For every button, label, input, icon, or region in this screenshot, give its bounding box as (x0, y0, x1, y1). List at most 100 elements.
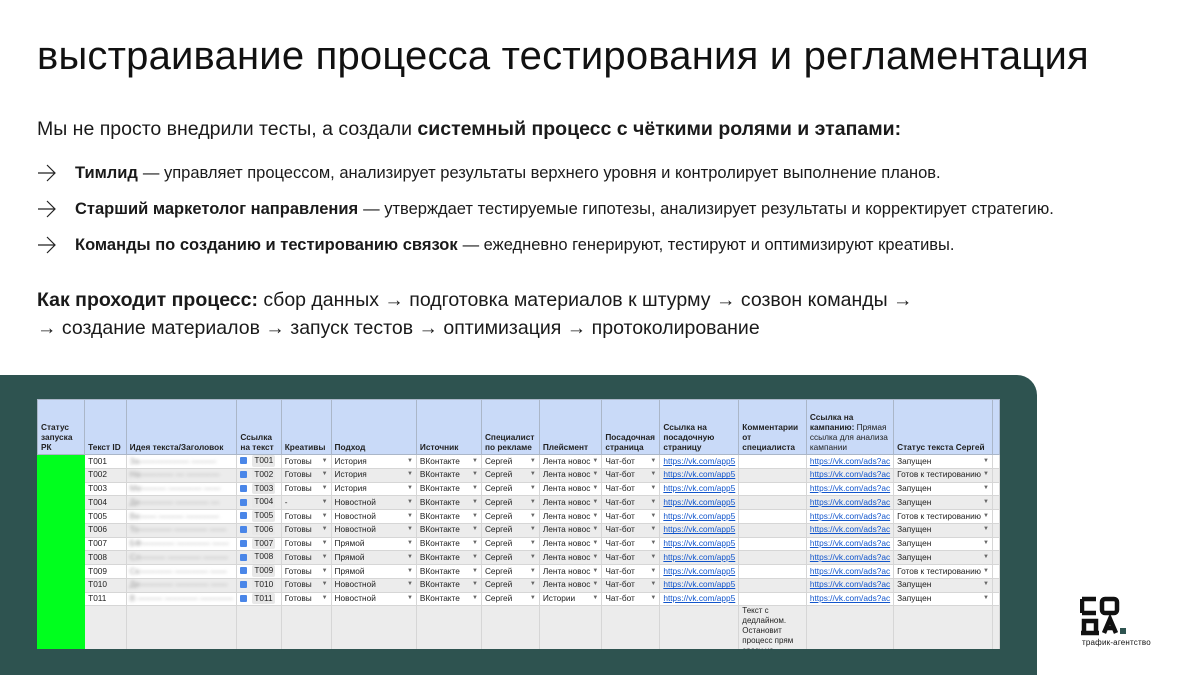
placement-dropdown[interactable]: Лента новос▼ (538, 522, 603, 538)
campaign-link[interactable]: https://vk.com/ads?ac (810, 497, 890, 507)
comment-cell[interactable] (738, 467, 807, 483)
launch-status-cell[interactable] (37, 536, 86, 552)
source-dropdown[interactable]: ВКонтакте▼ (415, 550, 482, 565)
campaign-link-cell[interactable]: https://vk.com/ads?ac (805, 509, 895, 524)
doc-chip[interactable]: T006 (240, 524, 276, 536)
approach-dropdown[interactable]: История ▼ (330, 467, 417, 483)
specialist-dropdown[interactable]: Сергей ▼ (480, 591, 540, 607)
text-status-dropdown[interactable]: Запущен ▼ (893, 522, 993, 538)
source-dropdown[interactable]: ВКонтакте▼ (415, 591, 482, 607)
col-header[interactable]: Комментарии от специалиста (738, 399, 807, 455)
landing-link-cell[interactable]: https://vk.com/app5 (659, 522, 740, 538)
approach-dropdown[interactable]: Новостной ▼ (330, 495, 417, 510)
placement-dropdown[interactable]: Лента новос▼ (538, 536, 603, 552)
source-dropdown[interactable]: ВКонтакте▼ (415, 509, 482, 524)
text-status-dropdown[interactable]: Запущен ▼ (893, 577, 993, 593)
col-header[interactable]: Креативы (280, 399, 332, 455)
comment-cell[interactable] (738, 591, 807, 607)
campaign-link[interactable]: https://vk.com/ads?ac (810, 469, 890, 479)
text-link-cell[interactable]: T004 (236, 495, 282, 510)
specialist-dropdown[interactable]: Сергей ▼ (480, 454, 540, 469)
landing-link-cell[interactable]: https://vk.com/app5 (659, 591, 740, 607)
text-id-cell[interactable]: T004 (84, 495, 127, 510)
landing-link-cell[interactable]: https://vk.com/app5 (659, 509, 740, 524)
col-header[interactable]: Текст ID (84, 399, 127, 455)
text-link-cell[interactable]: T009 (236, 564, 282, 579)
creatives-dropdown[interactable]: Готовы▼ (280, 481, 332, 497)
text-link-cell[interactable]: T012 (236, 605, 282, 649)
landing-dropdown[interactable]: Чат-бот▼ (601, 605, 661, 649)
landing-link-cell[interactable]: https://vk.com/app5 (659, 577, 740, 593)
approach-dropdown[interactable]: Прямой ▼ (330, 536, 417, 552)
landing-link[interactable]: https://vk.com/app5 (663, 593, 735, 603)
placement-dropdown[interactable]: Лента новос▼ (538, 495, 603, 510)
landing-link[interactable]: https://vk.com/app5 (663, 497, 735, 507)
text-id-cell[interactable]: T006 (84, 522, 127, 538)
source-dropdown[interactable]: ВКонтакте▼ (415, 577, 482, 593)
doc-chip[interactable]: T005 (240, 510, 276, 522)
col-header[interactable]: Идея текста/Заголовок (125, 399, 238, 455)
campaign-link-cell[interactable]: https://vk.com/ads?ac (805, 577, 895, 593)
table-row[interactable]: T007 БФ———— ———— —— T007 Готовы ▼ Прямой ▼ ВКон… (37, 536, 1000, 552)
doc-chip[interactable]: T004 (240, 496, 276, 508)
landing-link-cell[interactable]: https://vk.com/app5 (659, 536, 740, 552)
idea-cell[interactable]: Сл——— ———— ——— (125, 550, 238, 565)
source-dropdown[interactable]: ВКонтакте▼ (415, 454, 482, 469)
creatives-dropdown[interactable]: Готовы▼ (280, 522, 332, 538)
table-row[interactable]: T011 В ——— ———— ———— T011 Готовы ▼ Новостной ▼… (37, 591, 1000, 607)
placement-dropdown[interactable]: Лента новос▼ (538, 509, 603, 524)
creatives-dropdown[interactable]: Готовы▼ (280, 509, 332, 524)
text-id-cell[interactable]: T008 (84, 550, 127, 565)
campaign-link[interactable]: https://vk.com/ads?ac (810, 579, 890, 589)
approach-dropdown[interactable]: Прямой ▼ (330, 550, 417, 565)
landing-link-cell[interactable]: https://vk.com/app5 (659, 550, 740, 565)
approach-dropdown[interactable]: Прямой ▼ (330, 564, 417, 579)
campaign-link[interactable]: https://vk.com/ads?ac (810, 552, 890, 562)
comment-cell[interactable] (738, 495, 807, 510)
specialist-dropdown[interactable]: Сергей ▼ (480, 509, 540, 524)
text-link-cell[interactable]: T010 (236, 577, 282, 593)
creatives-dropdown[interactable]: Готовы▼ (280, 605, 332, 649)
landing-link[interactable]: https://vk.com/app5 (663, 456, 735, 466)
text-status-dropdown[interactable]: Запущен ▼ (893, 481, 993, 497)
text-status-dropdown[interactable]: Запущен ▼ (893, 550, 993, 565)
approach-dropdown[interactable]: Новостной ▼ (330, 591, 417, 607)
idea-cell[interactable]: Ск———— ———— —— (125, 564, 238, 579)
col-header[interactable]: Статус текста Сергей (893, 399, 993, 455)
landing-link[interactable]: https://vk.com/app5 (663, 483, 735, 493)
source-dropdown[interactable]: ВКонтакте▼ (415, 605, 482, 649)
col-header[interactable]: Подход (330, 399, 417, 455)
creatives-dropdown[interactable]: Готовы▼ (280, 454, 332, 469)
text-id-cell[interactable]: T011 (84, 591, 127, 607)
campaign-link[interactable]: https://vk.com/ads?ac (810, 538, 890, 548)
specialist-dropdown[interactable]: Сергей ▼ (480, 577, 540, 593)
text-id-cell[interactable]: T009 (84, 564, 127, 579)
landing-link-cell[interactable]: https://vk.com/app5 (659, 467, 740, 483)
text-status-dropdown[interactable]: Готов к тестированию ▼ (893, 467, 993, 483)
campaign-link[interactable]: https://vk.com/ads?ac (810, 456, 890, 466)
idea-cell[interactable]: Де———— ———— — (125, 495, 238, 510)
text-id-cell[interactable]: T003 (84, 481, 127, 497)
creatives-dropdown[interactable]: Готовы▼ (280, 591, 332, 607)
campaign-link[interactable]: https://vk.com/ads?ac (810, 566, 890, 576)
specialist-dropdown[interactable]: Сергей ▼ (480, 495, 540, 510)
specialist-dropdown[interactable]: Сергей ▼ (480, 550, 540, 565)
placement-dropdown[interactable]: Лента новос▼ (538, 481, 603, 497)
campaign-link-cell[interactable]: https://vk.com/ads?ac (805, 495, 895, 510)
campaign-link-cell[interactable]: https://vk.com/ads?ac (805, 536, 895, 552)
table-row[interactable]: T003 Ме——— ———— —— T003 Готовы ▼ История ▼ ВКон… (37, 481, 1000, 497)
approach-dropdown[interactable]: Новостной ▼ (330, 522, 417, 538)
text-status-dropdown[interactable]: Запущен ▼ (893, 495, 993, 510)
launch-status-cell[interactable] (37, 467, 86, 483)
campaign-link-cell[interactable]: https://vk.com/ads?ac (805, 564, 895, 579)
text-link-cell[interactable]: T007 (236, 536, 282, 552)
placement-dropdown[interactable]: Лента новос▼ (538, 605, 603, 649)
doc-chip[interactable]: T009 (240, 565, 276, 577)
text-link-cell[interactable]: T003 (236, 481, 282, 497)
comment-cell[interactable] (738, 536, 807, 552)
placement-dropdown[interactable]: Лента новос▼ (538, 550, 603, 565)
launch-status-cell[interactable] (37, 577, 86, 593)
source-dropdown[interactable]: ВКонтакте▼ (415, 564, 482, 579)
col-header[interactable]: Источник (415, 399, 482, 455)
table-row[interactable]: T006 То———— ———— —— T006 Готовы ▼ Новостной ▼ В… (37, 522, 1000, 538)
